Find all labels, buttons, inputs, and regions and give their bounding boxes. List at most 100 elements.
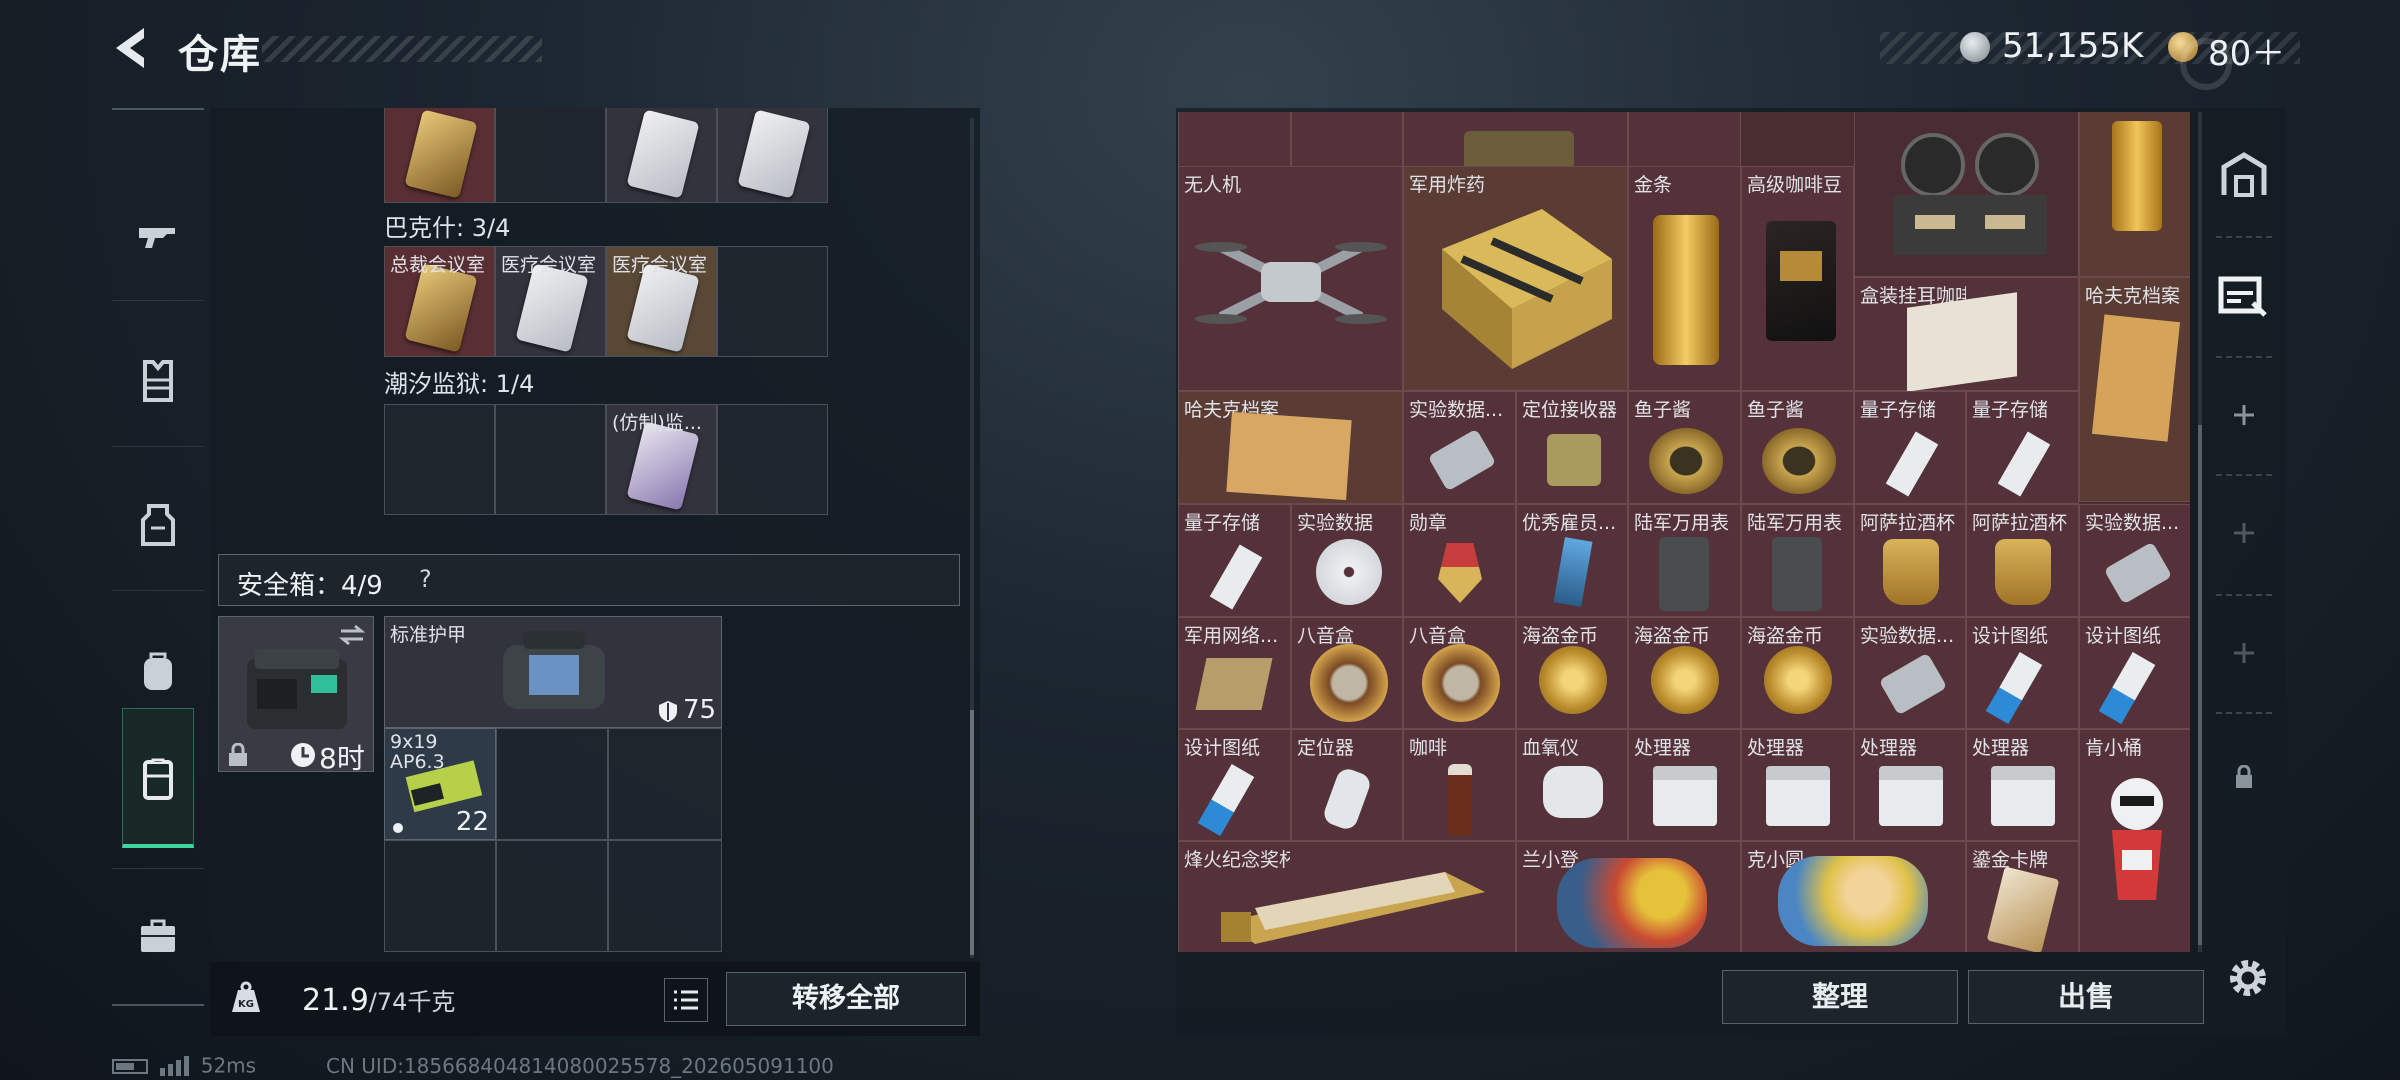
key-cell[interactable] xyxy=(384,404,495,515)
stash-item-haavk-file[interactable]: 哈夫克档案 xyxy=(1178,391,1403,504)
item-name: 实验数据... xyxy=(1860,625,1955,647)
sell-button[interactable]: 出售 xyxy=(1968,970,2204,1024)
stash-item-gold-bar[interactable] xyxy=(2079,112,2190,277)
add-stash-page[interactable] xyxy=(2206,360,2282,470)
stash-item-multimeter[interactable]: 陆军万用表 xyxy=(1628,504,1741,617)
key-cell[interactable]: (仿制)监... xyxy=(606,404,717,515)
stash-item-locator-receiver[interactable]: 定位接收器 xyxy=(1516,391,1628,504)
add-stash-page[interactable] xyxy=(2206,478,2282,588)
stash-item-lan-xiaodeng[interactable]: 兰小登 xyxy=(1516,841,1741,952)
tab-briefcase[interactable] xyxy=(112,870,204,1000)
stash-item-lab-data[interactable]: 实验数据... xyxy=(1403,391,1516,504)
stash-item-caviar[interactable]: 鱼子酱 xyxy=(1628,391,1741,504)
stash-item-processor[interactable]: 处理器 xyxy=(1741,729,1854,841)
help-icon[interactable]: ? xyxy=(419,565,432,593)
stash-item[interactable] xyxy=(1628,112,1741,172)
stash-item-multimeter[interactable]: 陆军万用表 xyxy=(1741,504,1854,617)
tab-keycards[interactable] xyxy=(112,714,204,844)
stash-item-asala-cup[interactable]: 阿萨拉酒杯 xyxy=(1966,504,2079,617)
stash-item-pirate-coin[interactable]: 海盗金币 xyxy=(1516,617,1628,729)
stash-item-processor[interactable]: 处理器 xyxy=(1854,729,1966,841)
stash-item-gold-bar[interactable]: 金条 xyxy=(1628,166,1741,391)
stash-item-drip-coffee[interactable]: 盒装挂耳咖啡 xyxy=(1854,277,2079,392)
stash-item-coffee[interactable]: 咖啡 xyxy=(1403,729,1516,841)
ammo-slot[interactable]: 9x19 AP6.3 22 xyxy=(384,728,496,840)
stash-item-locator[interactable]: 定位器 xyxy=(1291,729,1403,841)
stash-item-processor[interactable]: 处理器 xyxy=(1628,729,1741,841)
stash-item-gilded-card[interactable]: 鎏金卡牌 xyxy=(1966,841,2079,952)
stash-item[interactable] xyxy=(1291,112,1403,172)
empty-slot[interactable] xyxy=(608,728,722,840)
keycard-image xyxy=(626,109,700,199)
stash-item-lab-data[interactable]: 实验数据... xyxy=(1854,617,1966,729)
stash-item-employee-award[interactable]: 优秀雇员... xyxy=(1516,504,1628,617)
key-cell[interactable] xyxy=(495,108,606,203)
stash-item-quantum-storage[interactable]: 量子存储 xyxy=(1966,391,2079,504)
stash-item-quantum-storage[interactable]: 量子存储 xyxy=(1178,504,1291,617)
locked-stash-page[interactable] xyxy=(2206,722,2282,832)
stash-item-processor[interactable]: 处理器 xyxy=(1966,729,2079,841)
stash-item[interactable] xyxy=(1403,112,1628,172)
stash-item-network[interactable]: 军用网络... xyxy=(1178,617,1291,729)
stash-item-lab-data-disc[interactable]: 实验数据 xyxy=(1291,504,1403,617)
stash-item-pirate-coin[interactable]: 海盗金币 xyxy=(1741,617,1854,729)
stash-item-ke-xiaoyuan[interactable]: 克小圆 xyxy=(1741,841,1966,952)
stash-item-oximeter[interactable]: 血氧仪 xyxy=(1516,729,1628,841)
stash-item-kfc-bucket[interactable]: 肯小桶 xyxy=(2079,729,2190,952)
item-image xyxy=(1879,766,1943,826)
empty-slot[interactable] xyxy=(496,728,608,840)
left-scrollbar-thumb[interactable] xyxy=(970,710,974,955)
stash-item-quantum-storage[interactable]: 量子存储 xyxy=(1854,391,1966,504)
background-gear-icon xyxy=(2180,38,2232,90)
tab-vest[interactable] xyxy=(112,316,204,446)
key-cell[interactable] xyxy=(717,108,828,203)
key-cell[interactable] xyxy=(495,404,606,515)
status-bar: 52ms xyxy=(112,1052,256,1078)
stash-item-tape-recorder[interactable] xyxy=(1854,112,2079,277)
safe-box-container[interactable]: 8时 xyxy=(218,616,374,775)
key-cell[interactable]: 医疗会议室 xyxy=(495,246,606,357)
stash-item-explosives[interactable]: 军用炸药 xyxy=(1403,166,1628,391)
stash-item-music-box[interactable]: 八音盒 xyxy=(1403,617,1516,729)
key-cell[interactable]: 总裁会议室 xyxy=(384,246,495,357)
back-button[interactable] xyxy=(108,22,152,74)
stash-item-blueprint[interactable]: 设计图纸 xyxy=(2079,617,2190,729)
empty-slot[interactable] xyxy=(384,840,496,952)
transfer-all-button[interactable]: 转移全部 xyxy=(726,972,966,1026)
right-scrollbar-thumb[interactable] xyxy=(2198,425,2202,945)
tab-weapons[interactable] xyxy=(112,170,204,300)
stash-item-medal[interactable]: 勋章 xyxy=(1403,504,1516,617)
stash-page-2[interactable] xyxy=(2206,240,2282,350)
key-cell[interactable]: 医疗会议室 xyxy=(606,246,717,357)
stash-item-lab-data[interactable]: 实验数据... xyxy=(2079,504,2190,617)
add-stash-page[interactable] xyxy=(2206,598,2282,708)
stash-item-trophy[interactable]: 烽火纪念奖杯 xyxy=(1178,841,1516,952)
key-cell[interactable] xyxy=(717,246,828,357)
stash-item-coffee-beans[interactable]: 高级咖啡豆 xyxy=(1741,166,1854,391)
item-image xyxy=(2091,314,2181,442)
item-name: 量子存储 xyxy=(1860,399,1937,421)
key-cell[interactable] xyxy=(717,404,828,515)
stash-item-asala-cup[interactable]: 阿萨拉酒杯 xyxy=(1854,504,1966,617)
armor-slot[interactable]: 标准护甲 75 xyxy=(384,616,722,728)
empty-slot[interactable] xyxy=(608,840,722,952)
stash-item-drone[interactable]: 无人机 xyxy=(1178,166,1403,391)
armor-icon xyxy=(141,504,175,546)
stash-item-pirate-coin[interactable]: 海盗金币 xyxy=(1628,617,1741,729)
stash-item-blueprint[interactable]: 设计图纸 xyxy=(1966,617,2079,729)
stash-item[interactable] xyxy=(1178,112,1291,172)
swap-icon[interactable] xyxy=(337,623,367,647)
stash-item-caviar[interactable]: 鱼子酱 xyxy=(1741,391,1854,504)
key-cell[interactable] xyxy=(384,108,495,203)
empty-slot[interactable] xyxy=(496,840,608,952)
stash-item-blueprint[interactable]: 设计图纸 xyxy=(1178,729,1291,841)
settings-button[interactable] xyxy=(2222,952,2274,1004)
tab-armor[interactable] xyxy=(112,460,204,590)
stash-page-1[interactable] xyxy=(2206,120,2282,230)
key-cell[interactable] xyxy=(606,108,717,203)
stash-item-haavk-file[interactable]: 哈夫克档案 xyxy=(2079,277,2190,502)
organize-button[interactable]: 整理 xyxy=(1722,970,1958,1024)
stash-item-music-box[interactable]: 八音盒 xyxy=(1291,617,1403,729)
list-view-button[interactable] xyxy=(664,978,708,1022)
weight-display: 21.9/74千克 xyxy=(302,982,455,1018)
